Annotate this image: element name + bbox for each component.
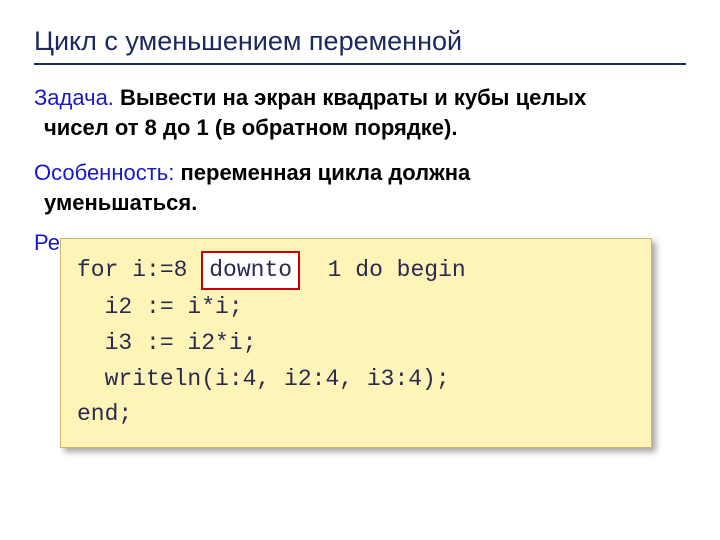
- feature-text-line2: уменьшаться.: [34, 188, 197, 218]
- code-line-4: writeln(i:4, i2:4, i3:4);: [77, 362, 635, 398]
- code-block: for i:=8 downto 1 do begin i2 := i*i; i3…: [60, 238, 652, 448]
- code-section: Решение: for i:=8 downto 1 do begin i2 :…: [34, 230, 686, 448]
- slide-title: Цикл с уменьшением переменной: [34, 26, 686, 65]
- task-text-line2: чисел от 8 до 1 (в обратном порядке).: [34, 113, 457, 143]
- feature-label: Особенность:: [34, 160, 174, 185]
- code-line-3: i3 := i2*i;: [77, 326, 635, 362]
- code-line-5: end;: [77, 397, 635, 433]
- feature-text-line1: переменная цикла должна: [174, 160, 470, 185]
- code-line-1: for i:=8 downto 1 do begin: [77, 251, 635, 291]
- task-text-line1: Вывести на экран квадраты и кубы целых: [114, 85, 586, 110]
- task-label: Задача.: [34, 85, 114, 110]
- task-paragraph: Задача. Вывести на экран квадраты и кубы…: [34, 83, 686, 142]
- downto-highlight: downto: [201, 251, 300, 291]
- feature-paragraph: Особенность: переменная цикла должна уме…: [34, 158, 686, 217]
- code-line-2: i2 := i*i;: [77, 290, 635, 326]
